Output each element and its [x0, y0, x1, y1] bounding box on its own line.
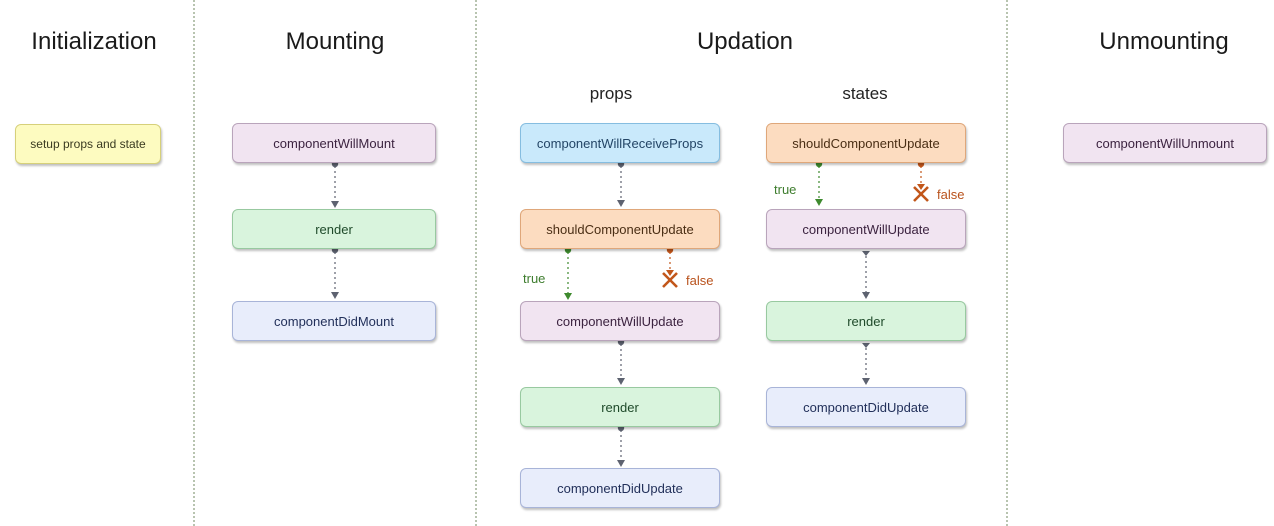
node-props-component-did-update: componentDidUpdate — [520, 468, 720, 508]
connector-states-will-to-render — [862, 251, 870, 299]
node-props-component-will-update: componentWillUpdate — [520, 301, 720, 341]
node-states-should-component-update: shouldComponentUpdate — [766, 123, 966, 163]
connector-props-render-to-did — [617, 424, 625, 467]
node-states-render: render — [766, 301, 966, 341]
node-component-did-mount: componentDidMount — [232, 301, 436, 341]
node-states-component-will-update: componentWillUpdate — [766, 209, 966, 249]
node-component-will-mount: componentWillMount — [232, 123, 436, 163]
node-mount-render: render — [232, 209, 436, 249]
connector-props-receive-to-should — [617, 160, 625, 207]
node-setup-props-and-state: setup props and state — [15, 124, 161, 164]
connector-props-should-false — [662, 246, 678, 288]
edge-label-props-false: false — [686, 273, 714, 288]
connector-mount-render-to-did — [331, 246, 339, 299]
connector-props-will-to-render — [617, 338, 625, 385]
connector-states-should-false — [913, 160, 929, 202]
edge-label-states-false: false — [937, 187, 965, 202]
connectors-layer — [331, 160, 929, 467]
node-component-will-unmount: componentWillUnmount — [1063, 123, 1267, 163]
connector-states-should-true — [815, 160, 823, 206]
connector-props-should-true — [564, 246, 572, 300]
node-props-render: render — [520, 387, 720, 427]
edge-label-props-true: true — [523, 271, 546, 286]
node-component-will-receive-props: componentWillReceiveProps — [520, 123, 720, 163]
node-states-component-did-update: componentDidUpdate — [766, 387, 966, 427]
connector-mount-will-to-render — [331, 160, 339, 208]
connector-states-render-to-did — [862, 343, 870, 385]
edge-label-states-true: true — [774, 182, 797, 197]
node-props-should-component-update: shouldComponentUpdate — [520, 209, 720, 249]
